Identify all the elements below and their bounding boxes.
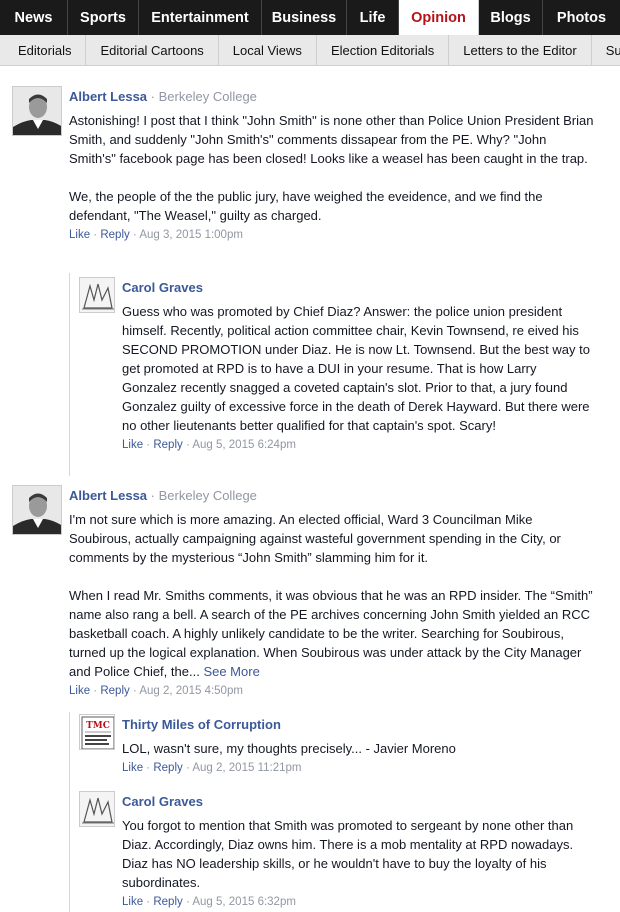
comment: Albert Lessa · Berkeley College I'm not … bbox=[69, 488, 594, 697]
subnav-editorial-cartoons[interactable]: Editorial Cartoons bbox=[86, 35, 219, 65]
reply-link[interactable]: Reply bbox=[100, 229, 129, 241]
like-link[interactable]: Like bbox=[69, 685, 90, 697]
comment-text: LOL, wasn't sure, my thoughts precisely.… bbox=[122, 739, 592, 758]
person-photo-icon bbox=[13, 87, 61, 135]
reply-link[interactable]: Reply bbox=[153, 896, 182, 908]
avatar[interactable] bbox=[79, 277, 115, 313]
comment-paragraph: I'm not sure which is more amazing. An e… bbox=[69, 512, 561, 565]
nav-opinion[interactable]: Opinion bbox=[399, 0, 479, 35]
nav-business[interactable]: Business bbox=[262, 0, 347, 35]
reply-comment: Thirty Miles of Corruption LOL, wasn't s… bbox=[122, 717, 592, 774]
like-link[interactable]: Like bbox=[122, 896, 143, 908]
comment: Albert Lessa · Berkeley College Astonish… bbox=[69, 89, 594, 241]
avatar[interactable] bbox=[12, 485, 62, 535]
comment-author[interactable]: Thirty Miles of Corruption bbox=[122, 717, 281, 732]
subnav-election-editorials[interactable]: Election Editorials bbox=[317, 35, 450, 65]
subnav-submit[interactable]: Submit bbox=[592, 35, 620, 65]
comment-text: Guess who was promoted by Chief Diaz? An… bbox=[122, 302, 592, 435]
comment-header: Albert Lessa · Berkeley College bbox=[69, 89, 594, 105]
avatar[interactable]: TMC bbox=[79, 714, 115, 750]
subnav-letters-to-the-editor[interactable]: Letters to the Editor bbox=[449, 35, 592, 65]
separator: · bbox=[150, 89, 159, 104]
comment-text: You forgot to mention that Smith was pro… bbox=[122, 816, 592, 892]
like-link[interactable]: Like bbox=[122, 439, 143, 451]
comment-actions: Like · Reply · Aug 2, 2015 4:50pm bbox=[69, 685, 243, 697]
comment-affiliation[interactable]: Berkeley College bbox=[159, 89, 257, 104]
comment-author[interactable]: Carol Graves bbox=[122, 794, 203, 809]
comment-paragraph: Astonishing! I post that I think "John S… bbox=[69, 113, 594, 166]
like-link[interactable]: Like bbox=[69, 229, 90, 241]
sub-nav: Editorials Editorial Cartoons Local View… bbox=[0, 35, 620, 66]
comment-paragraph: You forgot to mention that Smith was pro… bbox=[122, 818, 574, 890]
comment-actions: Like · Reply · Aug 3, 2015 1:00pm bbox=[69, 229, 243, 241]
comment-header: Carol Graves bbox=[122, 794, 592, 810]
comment-actions: Like · Reply · Aug 5, 2015 6:24pm bbox=[122, 439, 296, 451]
comment-date[interactable]: Aug 3, 2015 1:00pm bbox=[139, 229, 243, 241]
reply-link[interactable]: Reply bbox=[100, 685, 129, 697]
comment-affiliation[interactable]: Berkeley College bbox=[159, 488, 257, 503]
comment-author[interactable]: Albert Lessa bbox=[69, 488, 147, 503]
nav-blogs[interactable]: Blogs bbox=[479, 0, 543, 35]
comment-paragraph: We, the people of the the public jury, h… bbox=[69, 189, 543, 223]
subnav-local-views[interactable]: Local Views bbox=[219, 35, 317, 65]
main-nav: News Sports Entertainment Business Life … bbox=[0, 0, 620, 35]
see-more-link[interactable]: See More bbox=[203, 664, 259, 679]
separator: · bbox=[150, 488, 159, 503]
comment-date[interactable]: Aug 5, 2015 6:32pm bbox=[192, 896, 296, 908]
comment-paragraph-text: When I read Mr. Smiths comments, it was … bbox=[69, 588, 593, 679]
reply-link[interactable]: Reply bbox=[153, 439, 182, 451]
comment-header: Albert Lessa · Berkeley College bbox=[69, 488, 594, 504]
comment-header: Carol Graves bbox=[122, 280, 592, 296]
comment-actions: Like · Reply · Aug 5, 2015 6:32pm bbox=[122, 896, 296, 908]
like-link[interactable]: Like bbox=[122, 762, 143, 774]
comment-author[interactable]: Albert Lessa bbox=[69, 89, 147, 104]
nav-entertainment[interactable]: Entertainment bbox=[139, 0, 262, 35]
cartoon-avatar-icon bbox=[80, 792, 114, 826]
comment-date[interactable]: Aug 2, 2015 4:50pm bbox=[139, 685, 243, 697]
comment-actions: Like · Reply · Aug 2, 2015 11:21pm bbox=[122, 762, 302, 774]
nav-news[interactable]: News bbox=[0, 0, 68, 35]
comment-header: Thirty Miles of Corruption bbox=[122, 717, 592, 733]
comment-paragraph: LOL, wasn't sure, my thoughts precisely.… bbox=[122, 741, 456, 756]
person-photo-icon bbox=[13, 486, 61, 534]
subnav-editorials[interactable]: Editorials bbox=[0, 35, 87, 65]
tmc-logo-icon: TMC bbox=[80, 715, 114, 749]
comment-date[interactable]: Aug 2, 2015 11:21pm bbox=[192, 762, 301, 774]
avatar[interactable] bbox=[79, 791, 115, 827]
comment-text: Astonishing! I post that I think "John S… bbox=[69, 111, 594, 225]
nav-life[interactable]: Life bbox=[347, 0, 399, 35]
comment-paragraph: When I read Mr. Smiths comments, it was … bbox=[69, 586, 594, 681]
reply-thread-line bbox=[69, 712, 70, 912]
comment-text: I'm not sure which is more amazing. An e… bbox=[69, 510, 594, 681]
reply-comment: Carol Graves You forgot to mention that … bbox=[122, 794, 592, 908]
comment-paragraph: Guess who was promoted by Chief Diaz? An… bbox=[122, 304, 590, 433]
reply-link[interactable]: Reply bbox=[153, 762, 182, 774]
cartoon-avatar-icon bbox=[80, 278, 114, 312]
nav-sports[interactable]: Sports bbox=[68, 0, 139, 35]
comment-author[interactable]: Carol Graves bbox=[122, 280, 203, 295]
avatar[interactable] bbox=[12, 86, 62, 136]
nav-photos[interactable]: Photos bbox=[543, 0, 620, 35]
tmc-logo-text: TMC bbox=[86, 721, 110, 731]
reply-comment: Carol Graves Guess who was promoted by C… bbox=[122, 280, 592, 451]
reply-thread-line bbox=[69, 273, 70, 476]
comment-date[interactable]: Aug 5, 2015 6:24pm bbox=[192, 439, 296, 451]
